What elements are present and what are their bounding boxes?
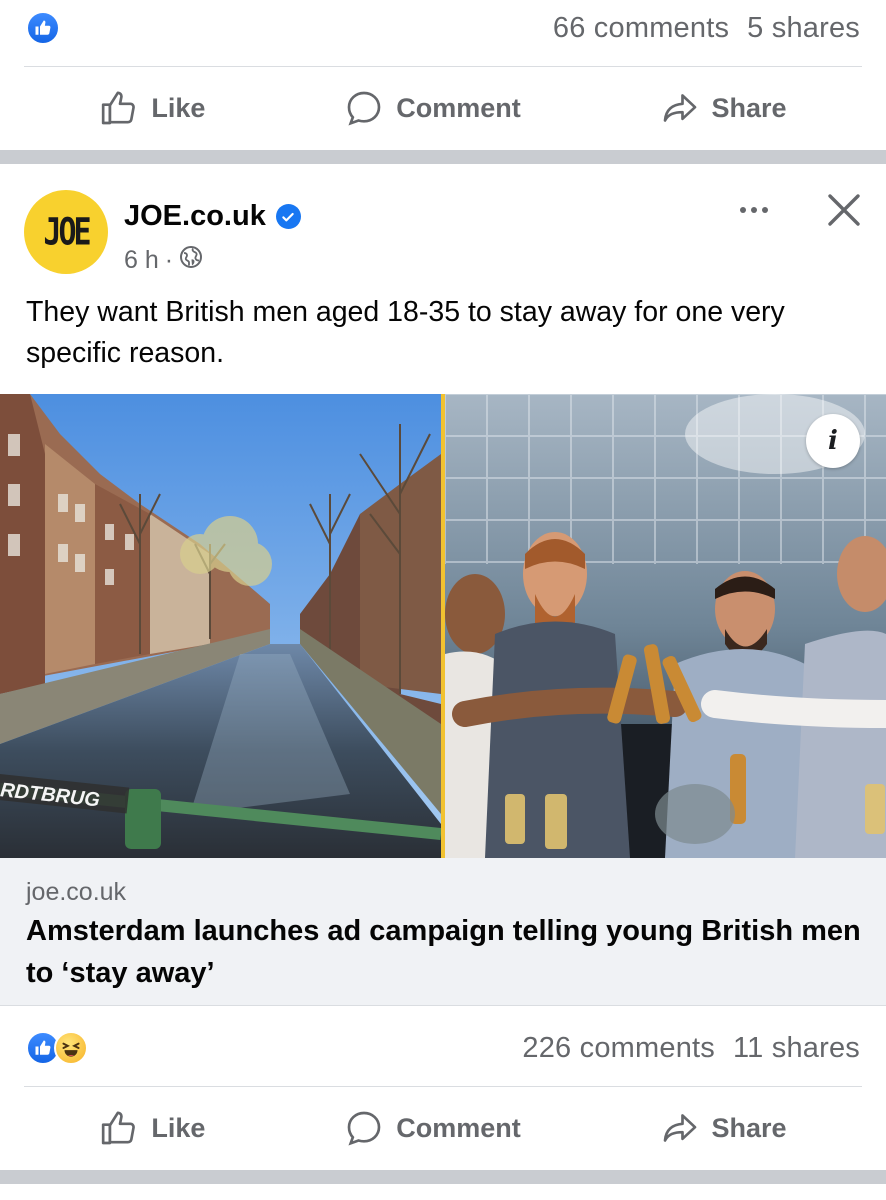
comment-button[interactable]: Comment <box>344 88 521 128</box>
page-name-row: JOE.co.uk <box>124 200 301 233</box>
share-button[interactable]: Share <box>660 1108 787 1148</box>
link-domain: joe.co.uk <box>26 878 127 906</box>
post-stats: 226 comments 11 shares <box>0 1026 886 1070</box>
page-avatar[interactable]: JOE <box>24 190 108 274</box>
divider <box>24 66 862 67</box>
link-title[interactable]: Amsterdam launches ad campaign telling y… <box>26 910 866 994</box>
info-button[interactable]: i <box>806 414 860 468</box>
link-preview-image[interactable]: RDTBRUG <box>0 394 886 858</box>
like-label: Like <box>151 1112 206 1143</box>
share-label: Share <box>711 1112 787 1143</box>
comment-button[interactable]: Comment <box>344 1108 521 1148</box>
post-time[interactable]: 6 h <box>124 246 159 275</box>
meta-separator: · <box>164 246 174 274</box>
engagement-counts: 66 comments 5 shares <box>553 12 860 45</box>
reaction-icons[interactable] <box>26 11 60 45</box>
like-label: Like <box>151 92 206 123</box>
dot <box>762 207 768 213</box>
page-name[interactable]: JOE.co.uk <box>124 200 266 233</box>
engagement-counts: 226 comments 11 shares <box>522 1032 860 1065</box>
top-post-actions: Like Comment Share <box>0 80 886 136</box>
comment-label: Comment <box>396 92 521 123</box>
share-button[interactable]: Share <box>660 88 787 128</box>
close-icon <box>828 194 860 226</box>
reaction-icons[interactable] <box>26 1031 88 1065</box>
dot <box>740 207 746 213</box>
haha-reaction-icon <box>54 1031 88 1065</box>
dot <box>751 207 757 213</box>
comment-bubble-icon <box>344 1108 384 1148</box>
thumbs-up-icon <box>99 1108 139 1148</box>
comments-count[interactable]: 66 comments <box>553 12 729 44</box>
post-meta: 6 h · <box>124 245 203 276</box>
share-arrow-icon <box>660 1108 700 1148</box>
like-button[interactable]: Like <box>99 88 205 128</box>
like-reaction-icon <box>26 11 60 45</box>
verified-badge-icon <box>275 204 301 229</box>
more-options-button[interactable] <box>732 192 776 228</box>
share-arrow-icon <box>660 88 700 128</box>
globe-icon <box>179 245 203 276</box>
share-label: Share <box>711 92 787 123</box>
canal-photo: RDTBRUG <box>0 394 441 858</box>
comments-count[interactable]: 226 comments <box>522 1032 715 1064</box>
feed-separator <box>0 1170 886 1184</box>
divider <box>24 1086 862 1087</box>
shares-count[interactable]: 5 shares <box>747 12 860 44</box>
comment-bubble-icon <box>344 88 384 128</box>
avatar-logo-text: JOE <box>43 210 91 254</box>
post-text: They want British men aged 18-35 to stay… <box>26 296 785 369</box>
post-actions: Like Comment Share <box>0 1100 886 1156</box>
top-post-stats: 66 comments 5 shares <box>0 6 886 50</box>
comment-label: Comment <box>396 1112 521 1143</box>
thumbs-up-icon <box>99 88 139 128</box>
shares-count[interactable]: 11 shares <box>733 1032 860 1064</box>
hide-post-close-button[interactable] <box>824 190 864 230</box>
like-button[interactable]: Like <box>99 1108 205 1148</box>
feed-separator <box>0 150 886 164</box>
